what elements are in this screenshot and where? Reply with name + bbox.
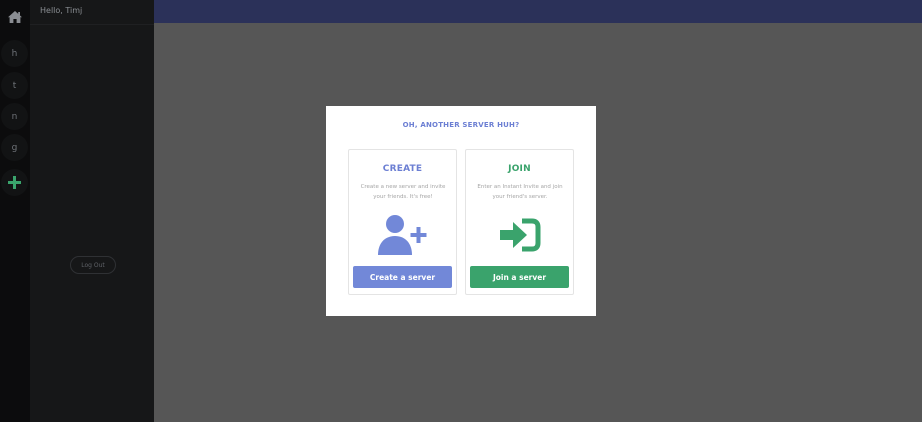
home-button[interactable]: [0, 0, 30, 34]
home-icon: [8, 11, 22, 23]
create-server-card: CREATE Create a new server and invite yo…: [348, 149, 457, 295]
join-server-button[interactable]: Join a server: [470, 266, 569, 288]
join-card-title: JOIN: [508, 164, 531, 174]
create-icon-wrap: [375, 212, 431, 258]
add-server-button[interactable]: [1, 169, 28, 196]
server-icon-g[interactable]: g: [1, 134, 28, 161]
channel-sidebar: Hello, Timj Log Out: [30, 0, 154, 422]
join-icon-wrap: [492, 212, 548, 258]
create-server-button[interactable]: Create a server: [353, 266, 452, 288]
join-card-description: Enter an Instant Invite and join your fr…: [477, 184, 563, 200]
sidebar-divider: [30, 24, 154, 25]
sign-in-icon: [500, 218, 541, 252]
add-user-icon: [378, 215, 427, 255]
logout-button[interactable]: Log Out: [70, 256, 116, 274]
create-card-title: CREATE: [382, 164, 423, 174]
user-greeting: Hello, Timj: [40, 6, 83, 15]
plus-icon: [8, 176, 21, 189]
create-card-description: Create a new server and invite your frie…: [360, 184, 446, 200]
top-header-bar: [154, 0, 922, 23]
modal-title: OH, ANOTHER SERVER HUH?: [402, 121, 520, 129]
add-server-modal: OH, ANOTHER SERVER HUH? CREATE Create a …: [326, 106, 596, 316]
join-server-card: JOIN Enter an Instant Invite and join yo…: [465, 149, 574, 295]
app-root: h t n g Hello, Timj Log Out OH, ANOTHER …: [0, 0, 922, 422]
server-icon-n[interactable]: n: [1, 103, 28, 130]
server-icon-h[interactable]: h: [1, 40, 28, 67]
server-icon-t[interactable]: t: [1, 72, 28, 99]
server-rail: h t n g: [0, 0, 30, 422]
